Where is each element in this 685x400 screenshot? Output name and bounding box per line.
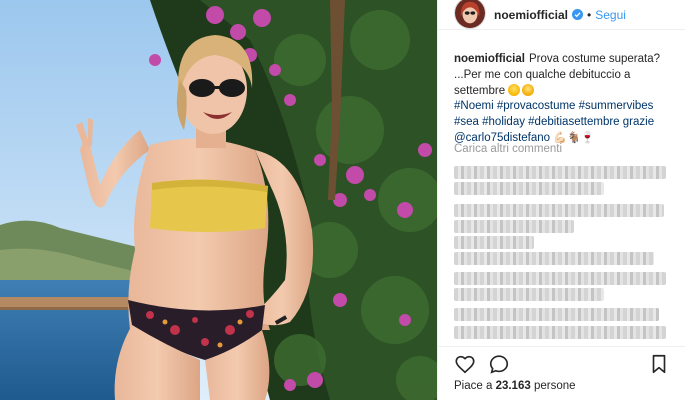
caption-line-3: settembre <box>454 84 506 97</box>
caption-hashtags-1[interactable]: #Noemi #provacostume #summervibes <box>454 99 680 115</box>
grinning-tongue-emoji-icon <box>508 83 521 96</box>
blurred-comment <box>454 288 604 301</box>
blurred-comment <box>454 166 666 179</box>
blurred-comment <box>454 204 664 217</box>
blurred-comment <box>454 182 604 195</box>
bookmark-icon[interactable] <box>648 353 670 375</box>
caption-username[interactable]: noemiofficial <box>454 53 525 65</box>
blurred-comment <box>454 252 654 265</box>
avatar-image <box>455 0 485 28</box>
verified-badge-icon <box>572 9 584 20</box>
caption-line-2: ...Per me con qualche debituccio a <box>454 68 631 81</box>
instagram-post: noemiofficial • Segui noemiofficial Prova… <box>0 0 685 400</box>
grimace-emoji-icon <box>522 83 535 96</box>
blurred-comment <box>454 236 534 249</box>
blurred-comment <box>454 326 666 339</box>
blurred-comment <box>454 220 574 233</box>
blurred-comments-list <box>454 160 682 346</box>
post-actions: Piace a 23.163 persone <box>438 346 685 400</box>
likes-number: 23.163 <box>495 380 531 392</box>
post-side-panel: noemiofficial • Segui noemiofficial Prova… <box>437 0 685 400</box>
post-header: noemiofficial • Segui <box>438 0 685 30</box>
comment-bubble-icon[interactable] <box>488 353 510 375</box>
blurred-comment <box>454 308 659 321</box>
caption-line-1: Prova costume superata? <box>528 53 660 65</box>
likes-prefix: Piace a <box>454 380 493 392</box>
header-username[interactable]: noemiofficial <box>494 8 568 22</box>
likes-count[interactable]: Piace a 23.163 persone <box>454 380 576 392</box>
blurred-comment <box>454 272 666 285</box>
heart-icon[interactable] <box>454 353 476 375</box>
post-caption: noemiofficial Prova costume superata? ...… <box>454 52 680 147</box>
avatar[interactable] <box>454 0 486 29</box>
separator-dot: • <box>587 7 592 22</box>
bikini-photo-illustration <box>0 0 437 400</box>
likes-suffix: persone <box>533 380 576 392</box>
load-more-comments-link[interactable]: Carica altri commenti <box>454 143 562 155</box>
caption-hashtags-2[interactable]: #sea #holiday #debitiasettembre grazie <box>454 116 654 128</box>
follow-button[interactable]: Segui <box>595 8 626 22</box>
post-photo[interactable] <box>0 0 437 400</box>
